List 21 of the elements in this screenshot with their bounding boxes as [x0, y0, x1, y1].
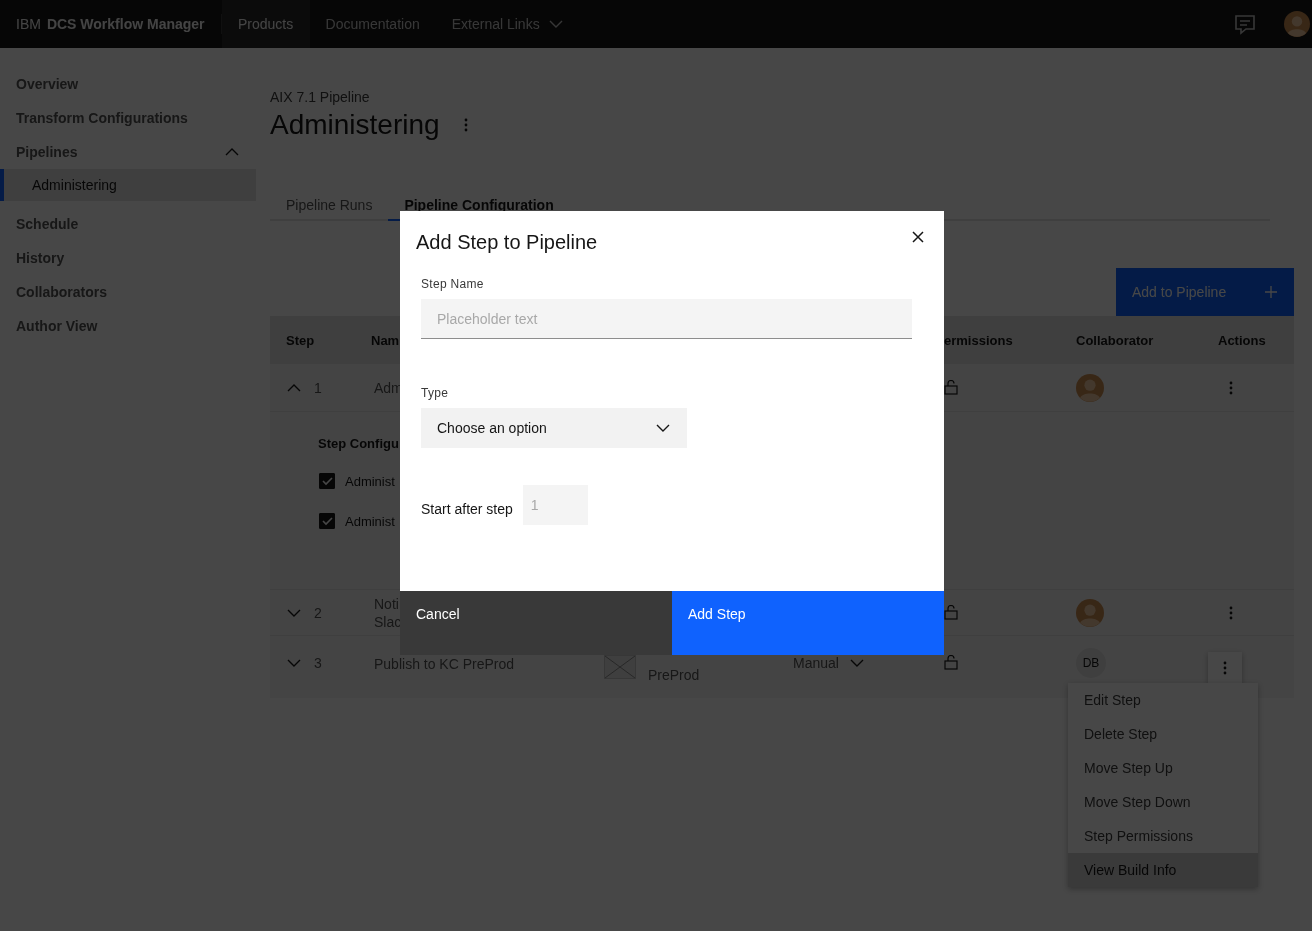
- column-header: ermissions: [944, 332, 1013, 348]
- add-to-pipeline-button[interactable]: Add to Pipeline: [1116, 268, 1294, 316]
- detail-heading: Step Configu: [318, 436, 399, 451]
- add-step-button[interactable]: Add Step: [672, 591, 944, 655]
- start-step-field[interactable]: 1: [522, 485, 588, 525]
- checkbox-label: Administ: [345, 513, 395, 529]
- cancel-button[interactable]: Cancel: [400, 591, 672, 655]
- column-header: Actions: [1218, 332, 1266, 348]
- column-header: Nam: [371, 332, 400, 348]
- page-title: Administering: [270, 109, 440, 141]
- column-header: Collaborator: [1076, 332, 1154, 348]
- initials-avatar: DB: [1076, 648, 1106, 678]
- field-label: Start after step: [421, 501, 513, 519]
- field-label: Step Name: [421, 277, 485, 291]
- step-name-field[interactable]: Placeholder text: [421, 299, 912, 339]
- field-label: Type: [421, 386, 450, 400]
- checkbox-label: Administ: [345, 473, 395, 489]
- dialog-title: Add Step to Pipeline: [416, 231, 599, 254]
- column-header: Step: [286, 332, 315, 348]
- type-dropdown[interactable]: Choose an option: [421, 408, 687, 448]
- sidebar-subitem[interactable]: Administering: [0, 169, 256, 201]
